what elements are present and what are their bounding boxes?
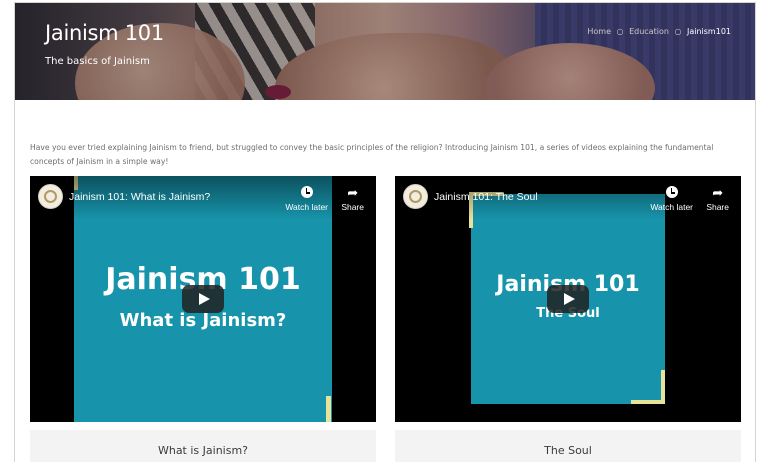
video-player-the-soul[interactable]: Jainism 101 The Soul Jainism 101: The So… xyxy=(395,176,741,422)
video-title[interactable]: Jainism 101: What is Jainism? xyxy=(69,191,210,203)
breadcrumb-separator: ○ xyxy=(674,27,682,36)
watch-later-label: Watch later xyxy=(285,202,328,212)
watch-later-button[interactable]: Watch later xyxy=(650,184,693,212)
share-arrow-icon: ➦ xyxy=(347,185,359,200)
page-subtitle: The basics of Jainism xyxy=(45,56,150,67)
share-label: Share xyxy=(706,202,729,212)
share-arrow-icon: ➦ xyxy=(712,185,724,200)
breadcrumb-education[interactable]: Education xyxy=(629,27,669,36)
play-icon[interactable] xyxy=(547,285,589,313)
thumbnail-accent xyxy=(326,396,331,422)
hero-banner: Jainism 101 The basics of Jainism Home ○… xyxy=(15,3,755,100)
watch-later-label: Watch later xyxy=(650,202,693,212)
watch-later-button[interactable]: Watch later xyxy=(285,184,328,212)
page-title: Jainism 101 xyxy=(45,21,164,45)
breadcrumb-separator: ○ xyxy=(616,27,624,36)
play-icon[interactable] xyxy=(182,285,224,313)
clock-icon xyxy=(650,184,693,202)
channel-logo-icon[interactable] xyxy=(38,184,63,209)
breadcrumb-current: Jainism101 xyxy=(686,27,731,36)
channel-logo-icon[interactable] xyxy=(403,184,428,209)
video-player-what-is-jainism[interactable]: Jainism 101 What is Jainism? Jainism 101… xyxy=(30,176,376,422)
breadcrumb-home[interactable]: Home xyxy=(587,27,611,36)
share-button[interactable]: ➦ Share xyxy=(341,184,364,212)
share-label: Share xyxy=(341,202,364,212)
breadcrumb: Home ○ Education ○ Jainism101 xyxy=(587,27,731,36)
thumbnail-subheading: What is Jainism? xyxy=(119,310,287,331)
clock-icon xyxy=(285,184,328,202)
hero-overlay xyxy=(15,3,755,100)
intro-paragraph: Have you ever tried explaining Jainism t… xyxy=(30,143,714,166)
video-caption: What is Jainism? xyxy=(30,430,376,462)
video-caption: The Soul xyxy=(395,430,741,462)
thumbnail-accent xyxy=(631,370,665,404)
share-button[interactable]: ➦ Share xyxy=(706,184,729,212)
video-title[interactable]: Jainism 101: The Soul xyxy=(434,191,538,203)
